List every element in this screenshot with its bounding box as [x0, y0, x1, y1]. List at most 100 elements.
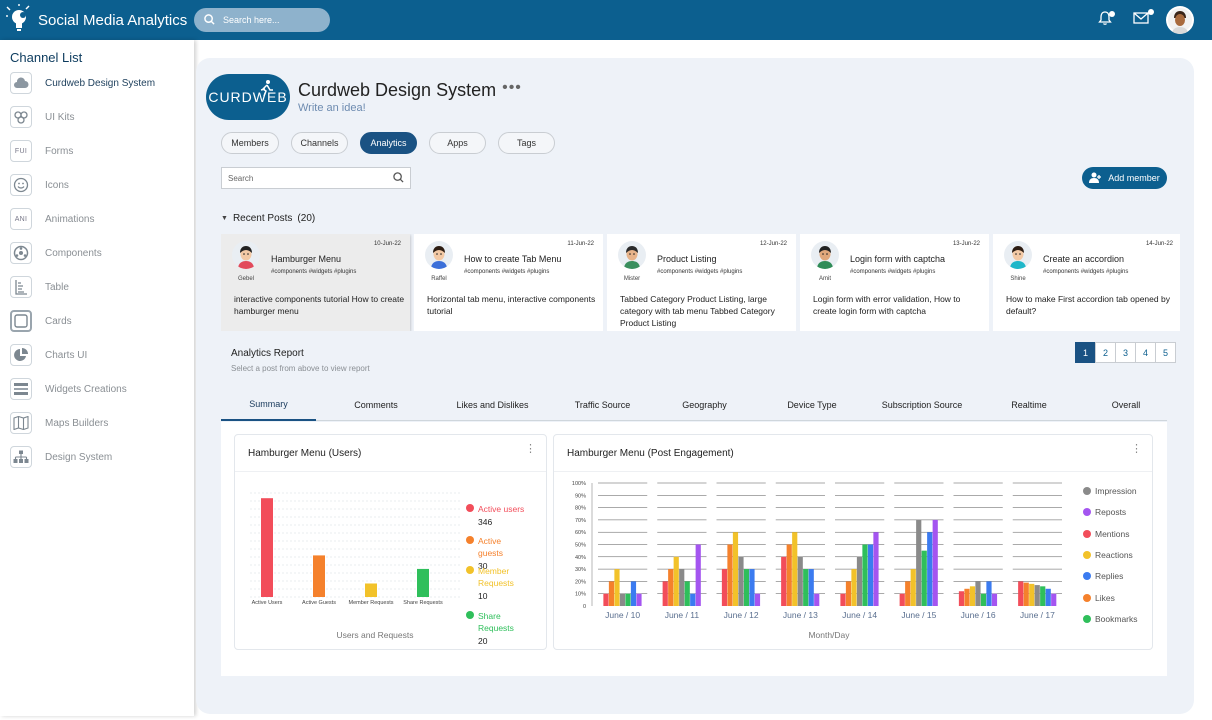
post-tags: #components #widgets #plugins — [657, 269, 743, 275]
user-avatar[interactable] — [1166, 6, 1194, 34]
sidebar-item-charts-ui[interactable]: Charts UI — [0, 338, 194, 372]
bar — [732, 532, 739, 606]
x-axis-label: Users and Requests — [336, 630, 413, 640]
legend-item: Mentions — [1083, 529, 1130, 539]
x-tick-label: June / 16 — [961, 610, 996, 620]
sidebar-item-label: Animations — [45, 213, 95, 225]
sidebar-item-curdweb-design-system[interactable]: Curdweb Design System — [0, 66, 194, 100]
x-tick-label: June / 13 — [783, 610, 818, 620]
post-card[interactable]: 12-Jun-22 Mister Product Listing #component… — [607, 234, 796, 331]
page-1-button[interactable]: 1 — [1075, 342, 1096, 363]
x-tick-label: June / 11 — [665, 610, 700, 620]
sidebar-item-forms[interactable]: FUI Forms — [0, 134, 194, 168]
y-tick-label: 40% — [575, 555, 586, 561]
sidebar-item-widgets-creations[interactable]: Widgets Creations — [0, 372, 194, 406]
sidebar-item-maps-builders[interactable]: Maps Builders — [0, 406, 194, 440]
y-tick-label: 30% — [575, 567, 586, 573]
legend-dot — [466, 611, 474, 619]
x-tick-label: Share Requests — [403, 600, 443, 606]
search-icon — [393, 171, 404, 185]
bar — [1029, 583, 1035, 606]
sidebar-item-label: Table — [45, 281, 69, 293]
sidebar-item-table[interactable]: Table — [0, 270, 194, 304]
bar — [867, 544, 874, 606]
report-tab-traffic-source[interactable]: Traffic Source — [549, 388, 656, 421]
bar — [797, 556, 803, 606]
bar — [958, 591, 965, 606]
sidebar-item-icons[interactable]: Icons — [0, 168, 194, 202]
bar — [743, 569, 750, 606]
member-search-input[interactable]: Search — [221, 167, 411, 189]
analytics-report-title: Analytics Report — [231, 348, 304, 359]
message-dot — [1148, 9, 1154, 15]
global-search-placeholder: Search here... — [223, 15, 280, 25]
post-card[interactable]: 10-Jun-22 Gebel Hamburger Menu #components … — [221, 234, 410, 331]
bar — [986, 581, 992, 606]
legend-dot — [1083, 550, 1091, 559]
channel-subtitle[interactable]: Write an idea! — [298, 102, 522, 114]
report-tab-realtime[interactable]: Realtime — [973, 388, 1085, 421]
bar — [1023, 582, 1029, 606]
post-title: Create an accordion — [1043, 254, 1125, 264]
page-3-button[interactable]: 3 — [1115, 342, 1136, 363]
cards-icon — [10, 310, 32, 332]
bar — [991, 593, 998, 606]
smile-icon — [10, 174, 32, 196]
sidebar-item-animations[interactable]: ANI Animations — [0, 202, 194, 236]
page-5-button[interactable]: 5 — [1155, 342, 1176, 363]
legend-dot — [1083, 487, 1091, 495]
notifications-button[interactable] — [1094, 9, 1116, 31]
tab-members[interactable]: Members — [221, 132, 279, 154]
post-card[interactable]: 14-Jun-22 Shine Create an accordion #compon… — [993, 234, 1180, 331]
report-tab-likes-and-dislikes[interactable]: Likes and Dislikes — [436, 388, 549, 421]
icon-text: FUI — [14, 147, 28, 155]
legend-item: Replies — [1083, 571, 1123, 581]
bar — [1045, 588, 1051, 606]
more-options-icon[interactable]: ••• — [502, 79, 522, 97]
runner-icon — [260, 80, 273, 97]
tab-apps[interactable]: Apps — [429, 132, 486, 154]
global-search[interactable]: Search here... — [194, 8, 330, 32]
report-tab-comments[interactable]: Comments — [316, 388, 436, 421]
tab-channels[interactable]: Channels — [291, 132, 348, 154]
bar — [873, 532, 879, 606]
legend-label: Replies — [1095, 571, 1124, 582]
bar — [625, 593, 631, 606]
page-4-button[interactable]: 4 — [1135, 342, 1156, 363]
y-tick-label: 60% — [575, 530, 586, 536]
post-card[interactable]: 13-Jun-22 Amit Login form with captcha #com… — [800, 234, 989, 331]
avatar — [1004, 241, 1032, 269]
legend-label: Reposts — [1095, 507, 1127, 518]
bar — [851, 569, 857, 606]
tab-analytics[interactable]: Analytics — [360, 132, 417, 154]
add-member-button[interactable]: Add member — [1082, 167, 1167, 189]
analytics-report-subtitle: Select a post from above to view report — [231, 364, 370, 373]
sidebar-item-cards[interactable]: Cards — [0, 304, 194, 338]
forms-icon: FUI — [10, 140, 32, 162]
legend-label: Mentions — [1095, 528, 1130, 539]
tab-tags[interactable]: Tags — [498, 132, 555, 154]
sitemap-icon — [10, 446, 32, 468]
avatar — [232, 241, 260, 269]
sidebar-item-design-system[interactable]: Design System — [0, 440, 194, 474]
report-tab-subscription-source[interactable]: Subscription Source — [871, 388, 973, 421]
legend-item: Bookmarks — [1083, 614, 1138, 624]
report-tab-summary[interactable]: Summary — [221, 388, 316, 421]
report-tab-device-type[interactable]: Device Type — [753, 388, 871, 421]
sidebar-item-components[interactable]: Components — [0, 236, 194, 270]
brand[interactable]: Social Media Analytics — [0, 3, 196, 37]
channel-title: Curdweb Design System — [298, 80, 497, 100]
legend-label: Likes — [1095, 592, 1115, 603]
legend-value: 10 — [478, 591, 488, 601]
sidebar-item-label: Curdweb Design System — [45, 77, 156, 89]
report-tab-overall[interactable]: Overall — [1085, 388, 1167, 421]
report-tab-geography[interactable]: Geography — [656, 388, 753, 421]
post-card[interactable]: 11-Jun-22 Raffel How to create Tab Menu #co… — [414, 234, 603, 331]
recent-posts-toggle[interactable]: ▼ Recent Posts (20) — [221, 213, 315, 224]
sidebar-item-ui-kits[interactable]: UI Kits — [0, 100, 194, 134]
messages-button[interactable] — [1130, 9, 1154, 31]
pagination: 12345 — [1075, 342, 1176, 363]
page-2-button[interactable]: 2 — [1095, 342, 1116, 363]
legend-dot — [1083, 572, 1091, 581]
y-tick-label: 50% — [575, 543, 586, 549]
